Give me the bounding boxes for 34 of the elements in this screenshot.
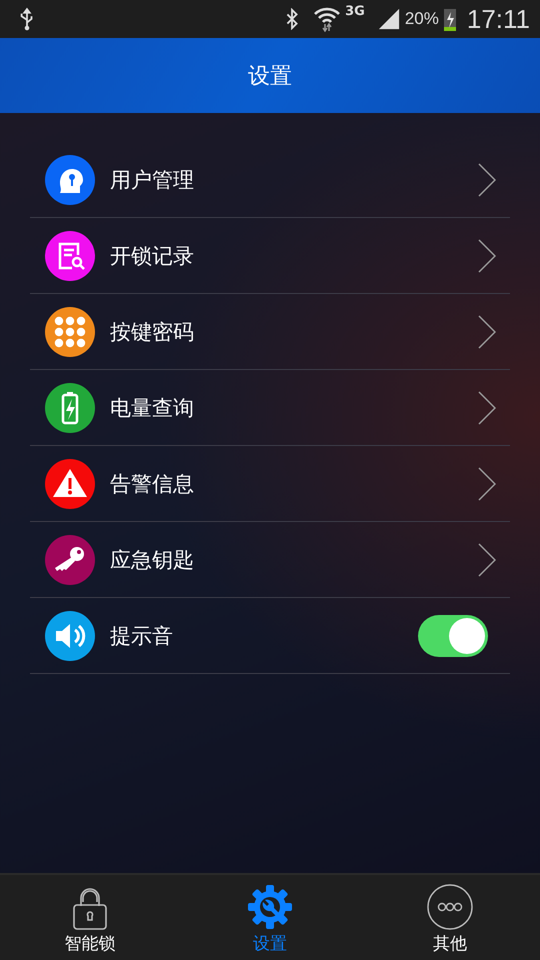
battery-icon xyxy=(442,6,457,32)
bluetooth-icon xyxy=(285,8,300,30)
chevron-right-icon xyxy=(478,466,496,500)
settings-row[interactable]: 提示音 xyxy=(30,598,510,674)
row-label: 用户管理 xyxy=(110,166,194,194)
row-label: 电量查询 xyxy=(110,394,194,422)
signal-icon xyxy=(376,8,401,30)
settings-row[interactable]: 应急钥匙 xyxy=(30,522,510,598)
settings-row[interactable]: 电量查询 xyxy=(30,370,510,446)
row-label: 提示音 xyxy=(110,622,173,650)
wifi-icon xyxy=(313,6,342,32)
chevron-right-icon xyxy=(478,162,496,196)
settings-row[interactable]: 开锁记录 xyxy=(30,218,510,294)
row-label: 应急钥匙 xyxy=(110,546,194,574)
clock: 17:11 xyxy=(466,4,530,34)
more-icon xyxy=(427,884,473,930)
chevron-right-icon xyxy=(478,238,496,272)
network-label: 3G xyxy=(345,4,365,19)
settings-row[interactable]: 用户管理 xyxy=(30,142,510,218)
page-title: 设置 xyxy=(248,62,292,90)
tab[interactable]: 智能锁 xyxy=(0,875,180,960)
tab[interactable]: 设置 xyxy=(180,875,360,960)
row-label: 告警信息 xyxy=(110,470,194,498)
chevron-right-icon xyxy=(478,542,496,576)
chevron-right-icon xyxy=(478,390,496,424)
chevron-right-icon xyxy=(478,314,496,348)
battery-percent: 20% xyxy=(404,9,439,29)
row-label: 按键密码 xyxy=(110,318,194,346)
gear-wrench-icon xyxy=(247,884,293,930)
toggle-switch[interactable] xyxy=(418,614,488,656)
settings-row[interactable]: 按键密码 xyxy=(30,294,510,370)
settings-row[interactable]: 告警信息 xyxy=(30,446,510,522)
row-label: 开锁记录 xyxy=(110,242,194,270)
tab[interactable]: 其他 xyxy=(360,875,540,960)
